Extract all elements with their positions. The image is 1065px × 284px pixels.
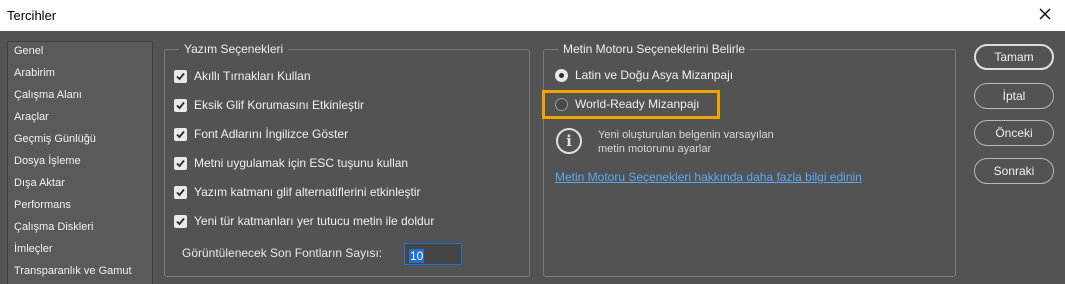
checkbox-check-icon[interactable] [174,214,187,228]
window-title: Tercihler [7,8,57,23]
title-bar: Tercihler [0,0,1065,31]
checkbox-check-icon[interactable] [174,185,187,199]
next-button[interactable]: Sonraki [974,158,1054,184]
radio-label: Latin ve Doğu Asya Mizanpajı [575,68,734,82]
info-line-2: metin motorunu ayarlar [598,143,712,155]
previous-button[interactable]: Önceki [974,120,1054,146]
checkbox-check-icon[interactable] [174,98,187,112]
sidebar-item-performance[interactable]: Performans [14,199,71,211]
checkbox-label: Yeni tür katmanları yer tutucu metin ile… [194,214,435,228]
checkbox-font-names-english[interactable]: Font Adlarını İngilizce Göster [174,126,348,142]
checkbox-label: Akıllı Tırnakları Kullan [194,69,311,83]
info-icon: i [556,128,582,154]
type-options-legend: Yazım Seçenekleri [179,42,289,56]
sidebar-item-tools[interactable]: Araçlar [14,111,49,123]
checkbox-label: Metni uygulamak için ESC tuşunu kullan [194,156,409,170]
radio-world-ready[interactable]: World-Ready Mizanpajı [555,96,700,112]
recent-fonts-label: Görüntülenecek Son Fontların Sayısı: [182,246,383,260]
sidebar-item-transparency-gamut[interactable]: Transparanlık ve Gamut [14,265,132,277]
sidebar-item-interface[interactable]: Arabirim [14,67,55,79]
checkbox-label: Yazım katmanı glif alternatiflerini etki… [194,185,421,199]
preferences-sidebar: Genel Arabirim Çalışma Alanı Araçlar Geç… [7,41,153,284]
checkbox-esc-commit[interactable]: Metni uygulamak için ESC tuşunu kullan [174,155,408,171]
checkbox-glyph-alternates[interactable]: Yazım katmanı glif alternatiflerini etki… [174,184,421,200]
sidebar-item-cursors[interactable]: İmleçler [14,243,53,255]
recent-fonts-input[interactable]: 10 [404,243,462,265]
sidebar-item-scratch-disks[interactable]: Çalışma Diskleri [14,221,93,233]
radio-selected-icon[interactable] [555,68,568,82]
learn-more-link[interactable]: Metin Motoru Seçenekleri hakkında daha f… [555,170,862,184]
close-icon[interactable] [1035,4,1055,24]
info-text: Yeni oluşturulan belgenin varsayılan met… [598,128,774,156]
type-options-group: Yazım Seçenekleri Akıllı Tırnakları Kull… [164,42,530,277]
ok-button[interactable]: Tamam [974,44,1054,70]
checkbox-smart-quotes[interactable]: Akıllı Tırnakları Kullan [174,68,311,84]
cancel-button[interactable]: İptal [974,83,1054,109]
checkbox-label: Font Adlarını İngilizce Göster [194,127,349,141]
checkbox-missing-glyph-protection[interactable]: Eksik Glif Korumasını Etkinleştir [174,97,364,113]
checkbox-check-icon[interactable] [174,127,187,141]
sidebar-item-history-log[interactable]: Geçmiş Günlüğü [14,133,96,145]
recent-fonts-value: 10 [409,249,425,263]
sidebar-item-general[interactable]: Genel [14,45,43,57]
text-engine-legend: Metin Motoru Seçeneklerini Belirle [558,42,751,56]
sidebar-item-file-handling[interactable]: Dosya İşleme [14,155,81,167]
sidebar-item-export[interactable]: Dışa Aktar [14,177,65,189]
text-engine-group: Metin Motoru Seçeneklerini Belirle [543,42,956,277]
checkbox-placeholder-text[interactable]: Yeni tür katmanları yer tutucu metin ile… [174,213,434,229]
radio-unselected-icon[interactable] [555,97,568,111]
checkbox-label: Eksik Glif Korumasını Etkinleştir [194,98,365,112]
sidebar-item-workspace[interactable]: Çalışma Alanı [14,89,82,101]
info-line-1: Yeni oluşturulan belgenin varsayılan [598,129,774,141]
checkbox-check-icon[interactable] [174,69,187,83]
checkbox-check-icon[interactable] [174,156,187,170]
radio-latin-east-asian[interactable]: Latin ve Doğu Asya Mizanpajı [555,67,733,83]
radio-label: World-Ready Mizanpajı [575,97,700,111]
